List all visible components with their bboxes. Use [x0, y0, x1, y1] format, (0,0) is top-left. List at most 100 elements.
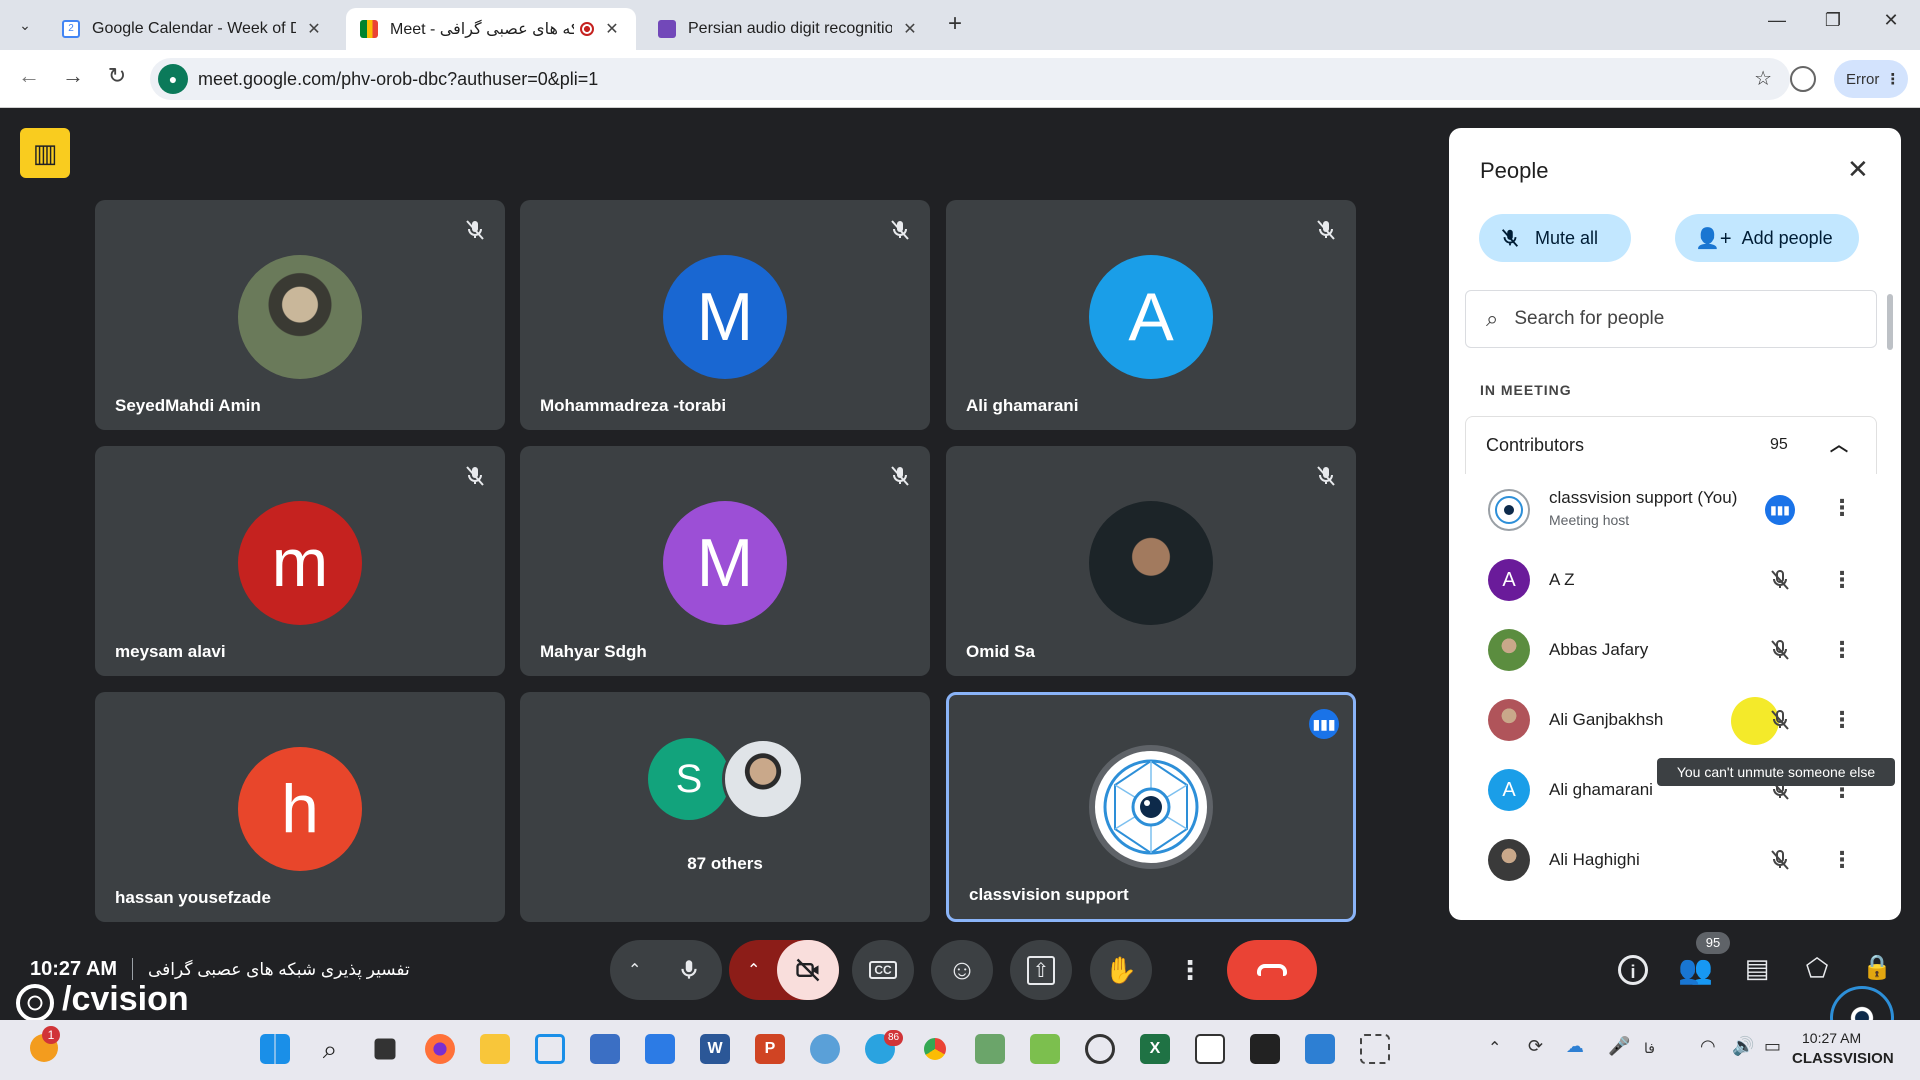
participant-row[interactable]: Ali Ganjbakhsh ⋮	[1449, 685, 1901, 755]
chat-icon[interactable]: ▤	[1740, 953, 1774, 987]
more-options-icon[interactable]: ⋮	[1831, 495, 1853, 521]
mic-off-icon[interactable]	[1768, 848, 1792, 872]
present-button[interactable]: ⇧	[1010, 940, 1072, 1000]
mic-off-icon[interactable]	[1768, 638, 1792, 662]
cloud-icon[interactable]: ☁	[1566, 1036, 1584, 1057]
avatar: M	[663, 255, 787, 379]
more-options-icon[interactable]: ⋮	[1831, 567, 1853, 593]
others-tile[interactable]: S 87 others	[520, 692, 930, 922]
participant-name: Ali Ganjbakhsh	[1549, 710, 1664, 729]
participant-tile[interactable]: SeyedMahdi Amin	[95, 200, 505, 430]
participant-tile[interactable]: h hassan yousefzade	[95, 692, 505, 922]
participant-tile[interactable]: m meysam alavi	[95, 446, 505, 676]
notepad-icon[interactable]	[645, 1034, 675, 1064]
task-view-icon[interactable]	[374, 1038, 396, 1060]
camera-off-button[interactable]	[777, 940, 839, 1000]
host-controls-icon[interactable]: 🔒	[1860, 953, 1894, 987]
language-indicator[interactable]: فا	[1644, 1040, 1655, 1057]
tab-persian-audio[interactable]: Persian audio digit recognition ✕	[644, 8, 934, 50]
word-icon[interactable]: W	[700, 1034, 730, 1064]
profile-error-button[interactable]: Error ⋮	[1834, 60, 1908, 98]
firefox-icon[interactable]	[425, 1034, 455, 1064]
vpn-lock-icon[interactable]	[1085, 1034, 1115, 1064]
mic-off-icon[interactable]	[1768, 568, 1792, 592]
close-tab-icon[interactable]: ✕	[602, 19, 622, 39]
chrome-icon[interactable]	[920, 1034, 950, 1064]
mute-all-button[interactable]: Mute all	[1479, 214, 1631, 262]
globe-app-icon[interactable]	[810, 1034, 840, 1064]
sync-icon[interactable]: ⟳	[1528, 1036, 1543, 1057]
extension-icon[interactable]	[1790, 66, 1816, 92]
close-window-button[interactable]: ✕	[1876, 10, 1906, 31]
snip-tool-icon[interactable]	[535, 1034, 565, 1064]
participant-tile[interactable]: Omid Sa	[946, 446, 1356, 676]
file-explorer-icon[interactable]	[480, 1034, 510, 1064]
participant-row[interactable]: Ali Haghighi ⋮	[1449, 825, 1901, 895]
tab-calendar[interactable]: 2 Google Calendar - Week of Dec ✕	[48, 8, 338, 50]
wifi-icon[interactable]: ◠	[1700, 1036, 1716, 1057]
add-people-button[interactable]: 👤+ Add people	[1675, 214, 1859, 262]
tray-chevron-icon[interactable]: ⌃	[1488, 1038, 1501, 1058]
mic-off-icon[interactable]	[1768, 708, 1792, 732]
photos-app-icon[interactable]	[975, 1034, 1005, 1064]
start-icon[interactable]	[260, 1034, 290, 1064]
raise-hand-button[interactable]: ✋	[1090, 940, 1152, 1000]
url-field[interactable]: ● meet.google.com/phv-orob-dbc?authuser=…	[150, 58, 1790, 100]
close-panel-icon[interactable]: ✕	[1847, 154, 1869, 185]
file-icon[interactable]	[1195, 1034, 1225, 1064]
mic-off-icon	[466, 220, 484, 240]
forward-icon[interactable]: →	[58, 63, 88, 89]
mic-off-icon	[891, 220, 909, 240]
captions-button[interactable]: CC	[852, 940, 914, 1000]
mic-tray-icon[interactable]: 🎤	[1608, 1036, 1630, 1057]
participant-tile-self[interactable]: ▮▮▮ classvision support	[946, 692, 1356, 922]
mic-off-icon	[466, 466, 484, 486]
camera-options-button[interactable]: ⌃	[729, 940, 839, 1000]
restore-button[interactable]: ❐	[1818, 10, 1848, 31]
terminal-icon[interactable]	[1250, 1034, 1280, 1064]
bookmark-star-icon[interactable]: ☆	[1754, 66, 1772, 91]
reactions-button[interactable]: ☺	[931, 940, 993, 1000]
more-options-icon[interactable]: ⋮	[1831, 847, 1853, 873]
search-icon[interactable]: ⌕	[315, 1034, 345, 1064]
panel-scrollbar[interactable]	[1887, 294, 1893, 350]
battery-icon[interactable]: ▭	[1764, 1036, 1781, 1057]
participant-tile[interactable]: M Mohammadreza -torabi	[520, 200, 930, 430]
crop-tool-icon[interactable]	[1360, 1034, 1390, 1064]
leave-call-button[interactable]	[1227, 940, 1317, 1000]
powerpoint-icon[interactable]: P	[755, 1034, 785, 1064]
participant-tile[interactable]: A Ali ghamarani	[946, 200, 1356, 430]
audio-options-button[interactable]: ⌃	[610, 940, 722, 1000]
paint-app-icon[interactable]	[1030, 1034, 1060, 1064]
back-icon[interactable]: ←	[14, 63, 44, 89]
more-options-icon[interactable]: ⋮	[1831, 707, 1853, 733]
avatar-initial: M	[696, 279, 754, 355]
reload-icon[interactable]: ↻	[102, 63, 132, 89]
meeting-badge-icon[interactable]: ▥	[20, 128, 70, 178]
taskbar-clock[interactable]: 10:27 AM	[1802, 1030, 1861, 1046]
mic-off-icon	[1317, 220, 1335, 240]
tab-search-button[interactable]: ⌄	[12, 12, 38, 38]
meeting-info-icon[interactable]: i	[1618, 955, 1648, 985]
site-info-icon[interactable]: ●	[158, 64, 188, 94]
search-people-field[interactable]: ⌕ Search for people	[1465, 290, 1877, 348]
tab-meet[interactable]: Meet - شبکه های عصبی گرافی ✕	[346, 8, 636, 50]
chevron-up-icon[interactable]: ︿	[1830, 431, 1848, 457]
remote-desktop-icon[interactable]	[1305, 1034, 1335, 1064]
activities-icon[interactable]: ⬠	[1800, 953, 1834, 987]
minimize-button[interactable]: —	[1762, 10, 1792, 31]
more-options-button[interactable]: ⋮	[1169, 940, 1211, 1000]
contributors-group-header[interactable]: Contributors 95 ︿	[1465, 416, 1877, 474]
participant-row[interactable]: Abbas Jafary ⋮	[1449, 615, 1901, 685]
new-tab-button[interactable]: +	[948, 10, 962, 38]
participant-row[interactable]: A A Z ⋮	[1449, 545, 1901, 615]
participant-tile[interactable]: M Mahyar Sdgh	[520, 446, 930, 676]
excel-icon[interactable]: X	[1140, 1034, 1170, 1064]
close-tab-icon[interactable]: ✕	[900, 19, 920, 39]
volume-icon[interactable]: 🔊	[1732, 1036, 1754, 1057]
more-options-icon[interactable]: ⋮	[1831, 637, 1853, 663]
network-app-icon[interactable]	[590, 1034, 620, 1064]
people-icon[interactable]: 👥	[1678, 953, 1713, 987]
participant-row[interactable]: classvision support (You) Meeting host ▮…	[1449, 475, 1901, 545]
close-tab-icon[interactable]: ✕	[304, 19, 324, 39]
